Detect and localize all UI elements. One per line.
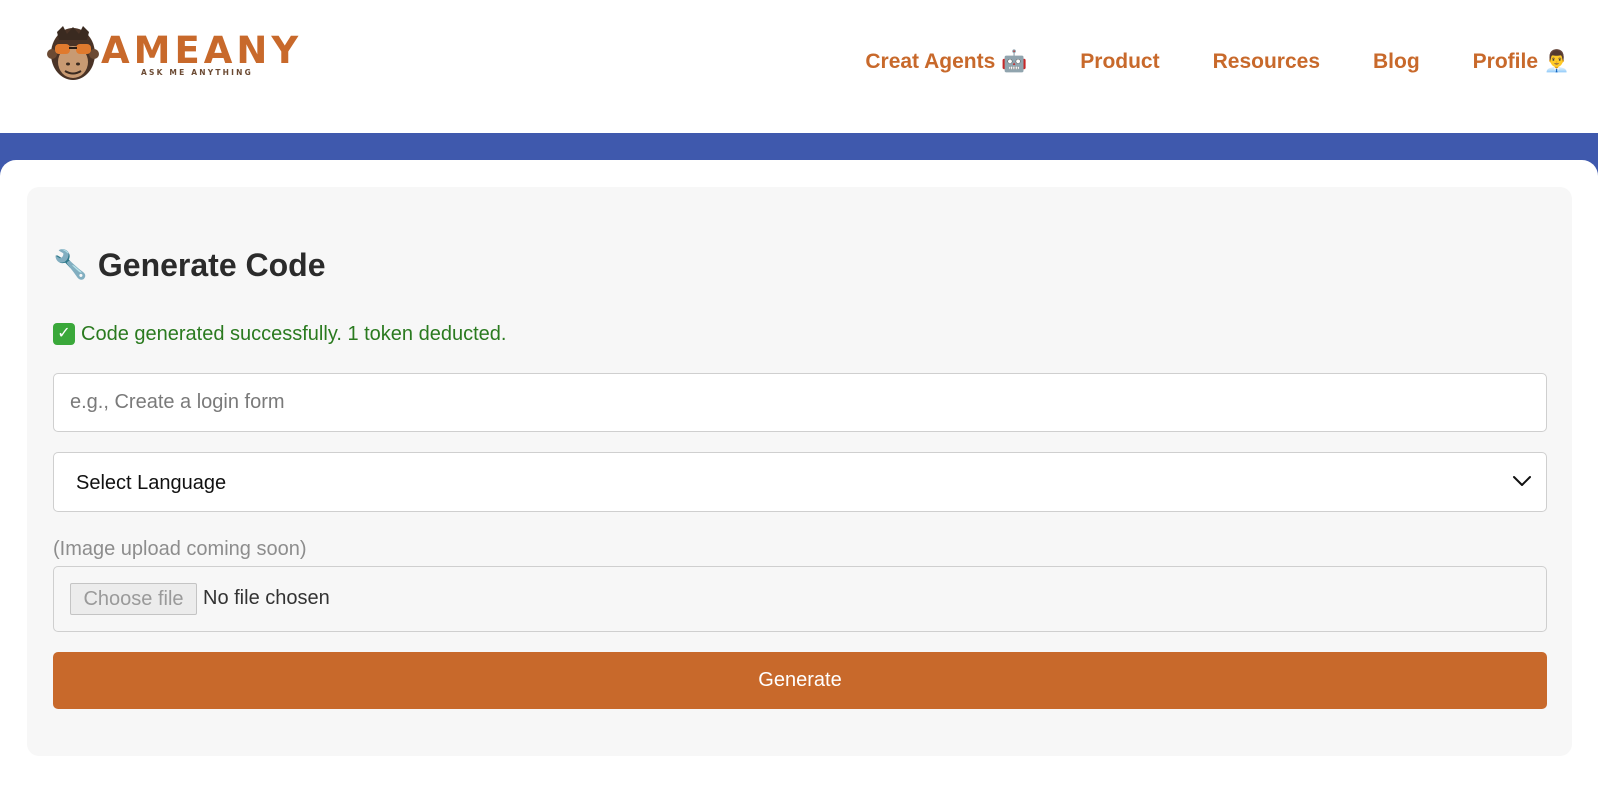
wrench-icon: 🔧	[53, 249, 88, 280]
nav-item-product[interactable]: Product	[1080, 48, 1159, 76]
success-message: ✓ Code generated successfully. 1 token d…	[53, 321, 506, 347]
logo-tagline: ASK ME ANYTHING	[141, 68, 253, 77]
language-select[interactable]: Select Language	[53, 452, 1547, 512]
success-message-text: Code generated successfully. 1 token ded…	[81, 323, 507, 345]
file-upload-field: Choose file No file chosen	[53, 566, 1547, 632]
main-nav: Creat Agents 🤖 Product Resources Blog Pr…	[812, 48, 1570, 76]
logo-wordmark: AMEANY	[101, 29, 303, 72]
page-title: 🔧 Generate Code	[53, 245, 326, 285]
upload-label: (Image upload coming soon)	[53, 538, 307, 560]
ameany-logo[interactable]: AMEANY ASK ME ANYTHING	[47, 24, 298, 86]
file-status-text: No file chosen	[203, 587, 330, 609]
chevron-down-icon	[1513, 476, 1531, 486]
monkey-logo-icon	[47, 26, 99, 80]
choose-file-button[interactable]: Choose file	[70, 583, 197, 615]
language-select-value: Select Language	[76, 472, 227, 494]
prompt-input[interactable]	[53, 373, 1547, 432]
check-mark-icon: ✓	[53, 323, 75, 345]
nav-item-blog[interactable]: Blog	[1373, 48, 1420, 76]
page-title-text: Generate Code	[97, 247, 326, 283]
generate-button[interactable]: Generate	[53, 652, 1547, 709]
nav-item-resources[interactable]: Resources	[1213, 48, 1320, 76]
nav-item-profile[interactable]: Profile 👨‍💼	[1473, 48, 1570, 76]
top-header: AMEANY ASK ME ANYTHING Creat Agents 🤖 Pr…	[0, 0, 1598, 133]
nav-item-creat-agents[interactable]: Creat Agents 🤖	[865, 48, 1027, 76]
